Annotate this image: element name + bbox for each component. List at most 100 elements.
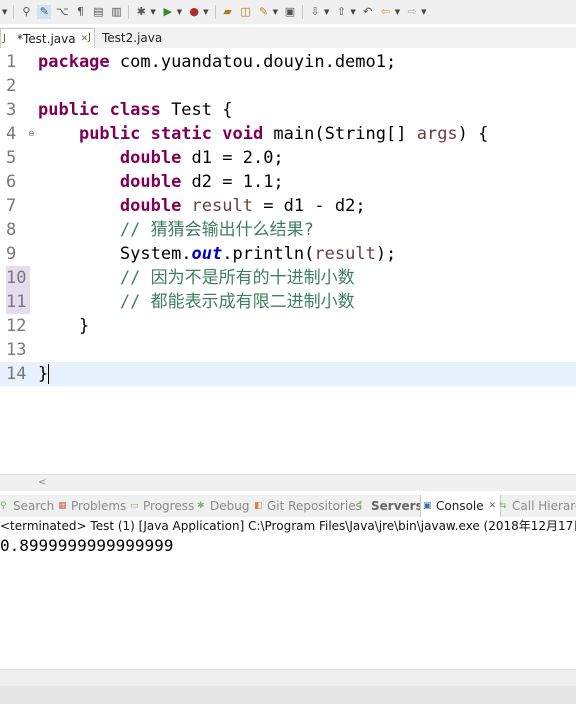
statement: = d1 - d2; [252,196,366,216]
run-icon[interactable]: ▶ [161,5,175,19]
code-line-current: 14 } [0,362,576,386]
parameter-name: args [416,124,458,144]
code-line: 9 System.out.println(result); [0,242,576,266]
keyword: public static void [78,124,264,144]
code-line: 13 [0,338,576,362]
toolbar-separator [214,5,216,19]
search-icon[interactable]: ✎ [257,5,271,19]
toggle-breadcrumb-icon[interactable]: ▥ [109,5,123,19]
tab-test-java[interactable]: J *Test.java ✕ [0,28,96,49]
tab-label: *Test.java [17,32,76,46]
last-edit-icon[interactable]: ↶ [361,5,375,19]
tab-servers[interactable]: ⁑ Servers [358,495,423,517]
class-declaration: Test { [160,100,233,120]
debug-icon[interactable]: ✱ [134,5,148,19]
tab-console[interactable]: ▣ Console ✕ [420,495,502,517]
tab-label: Debug [210,499,250,513]
dropdown-arrow-icon[interactable]: ▼ [273,8,278,16]
pin-icon[interactable]: ⚲ [19,5,33,19]
method-signature-end: ) { [457,124,489,144]
statement: .println( [222,244,315,264]
java-file-icon: J [88,32,91,43]
statement: ); [375,244,397,264]
tab-test2-java[interactable]: J Test2.java [86,28,168,48]
code-line: 3 public class Test { [0,98,576,122]
editor-horizontal-scrollbar[interactable]: < [0,474,576,491]
tab-git-repositories[interactable]: ◧ Git Repositories [254,495,362,517]
line-number: 8 [6,220,17,240]
dropdown-arrow-icon[interactable]: ▼ [421,8,426,16]
code-editor[interactable]: 1 package com.yuandatou.douyin.demo1; 2 … [0,48,576,474]
progress-icon: ▭ [130,501,139,511]
previous-annotation-icon[interactable]: ⇧ [334,5,348,19]
line-number: 11 [6,290,30,314]
code-text: // 猜猜会输出什么结果? [38,218,314,242]
code-line: 2 [0,74,576,98]
back-icon[interactable]: ⇦ [379,5,393,19]
console-description: <terminated> Test (1) [Java Application]… [0,517,576,535]
code-text: System.out.println(result); [38,242,396,266]
fold-toggle-icon[interactable]: ⊖ [28,122,35,146]
tab-label: Test2.java [102,31,163,45]
line-number: 1 [6,52,17,72]
package-name: com.yuandatou.douyin.demo1; [109,52,397,72]
dropdown-arrow-icon[interactable]: ▼ [150,8,155,16]
statement: d1 = 2.0; [181,148,284,168]
main-toolbar: ▼ ⚲ ✎ ⌥ ¶ ▤ ▥ ✱ ▼ ▶ ▼ ● ▼ ▰ ◫ ✎ ▼ ▣ ⇩ ▼ … [0,0,576,24]
debug-icon: ✱ [197,501,205,511]
dropdown-arrow-icon[interactable]: ▼ [2,8,7,16]
status-bar [0,686,576,704]
tab-debug[interactable]: ✱ Debug [197,495,249,517]
tab-call-hierarchy[interactable]: ⇆ Call Hierarch [499,495,576,517]
line-number: 2 [6,76,17,96]
dropdown-arrow-icon[interactable]: ▼ [395,8,400,16]
line-number: 3 [6,100,17,120]
coverage-icon[interactable]: ● [187,5,201,19]
static-field: out [191,244,223,264]
close-icon[interactable]: ✕ [489,501,497,511]
line-number: 7 [6,196,17,216]
dropdown-arrow-icon[interactable]: ▼ [324,8,329,16]
git-icon: ◧ [254,501,263,511]
keyword: public class [38,100,161,120]
code-text: // 都能表示成有限二进制小数 [38,290,355,314]
code-text: public class Test { [38,98,232,122]
console-horizontal-scrollbar[interactable] [0,669,576,687]
variable-name: result [314,244,376,264]
closing-brace: } [38,364,49,384]
scroll-left-icon[interactable]: < [38,475,46,491]
show-whitespace-icon[interactable]: ¶ [73,5,87,19]
code-text: // 因为不是所有的十进制小数 [38,266,355,290]
code-line: 7 double result = d1 - d2; [0,194,576,218]
tab-progress[interactable]: ▭ Progress [130,495,194,517]
keyword: double [119,196,182,216]
open-task-icon[interactable]: ▣ [283,5,297,19]
open-type-icon[interactable]: ◫ [239,5,253,19]
code-text: } [38,362,50,386]
forward-icon[interactable]: ⇨ [405,5,419,19]
console-output: 0.8999999999999999 [0,536,174,555]
tab-label: Problems [71,499,127,513]
mark-occurrences-icon[interactable]: ✎ [37,5,52,19]
code-line: 8 // 猜猜会输出什么结果? [0,218,576,242]
dropdown-arrow-icon[interactable]: ▼ [350,8,355,16]
dropdown-arrow-icon[interactable]: ▼ [177,8,182,16]
tab-search[interactable]: ⚲ Search [0,495,54,517]
tab-label: Search [13,499,55,513]
method-signature: main(String[] [263,124,417,144]
new-java-project-icon[interactable]: ▰ [221,5,235,19]
toolbar-separator [301,5,303,19]
code-line: 12 } [0,314,576,338]
line-number: 4 [6,124,17,144]
block-selection-icon[interactable]: ▤ [91,5,105,19]
comment: // 都能表示成有限二进制小数 [119,292,355,312]
tab-problems[interactable]: ▦ Problems [58,495,126,517]
line-number: 10 [6,266,30,290]
code-text: package com.yuandatou.douyin.demo1; [38,50,396,74]
edit-icon[interactable]: ⌥ [55,5,69,19]
dropdown-arrow-icon[interactable]: ▼ [203,8,208,16]
next-annotation-icon[interactable]: ⇩ [308,5,322,19]
comment: // 猜猜会输出什么结果? [119,220,314,240]
code-line: 11 // 都能表示成有限二进制小数 [0,290,576,314]
code-text: double d2 = 1.1; [38,170,284,194]
